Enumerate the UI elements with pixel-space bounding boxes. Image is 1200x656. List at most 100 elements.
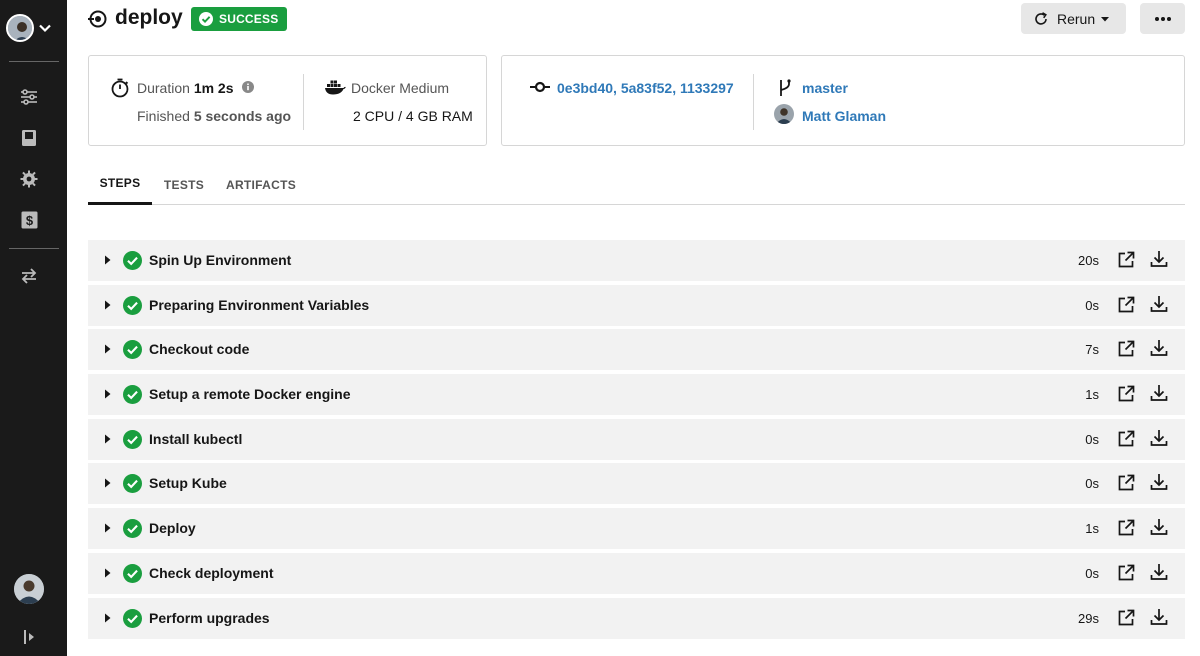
- job-icon: [88, 10, 107, 28]
- step-name: Check deployment: [149, 564, 274, 581]
- commit-summary-card: 0e3bd40, 5a83f52, 1133297 master Matt Gl…: [501, 55, 1185, 146]
- pipelines-icon[interactable]: [19, 87, 39, 107]
- check-circle-icon: [123, 429, 142, 449]
- branch-link[interactable]: master: [802, 80, 848, 96]
- tab-steps[interactable]: STEPS: [88, 164, 152, 205]
- step-duration: 0s: [1085, 431, 1099, 447]
- step-row[interactable]: Preparing Environment Variables 0s: [88, 284, 1185, 326]
- tab-artifacts[interactable]: ARTIFACTS: [224, 164, 298, 205]
- check-circle-icon: [199, 12, 213, 26]
- open-external-icon[interactable]: [1117, 564, 1135, 582]
- caret-right-icon: [105, 523, 111, 533]
- billing-icon[interactable]: $: [19, 210, 39, 230]
- chevron-down-icon: [39, 24, 51, 33]
- step-row[interactable]: Install kubectl 0s: [88, 418, 1185, 460]
- download-icon[interactable]: [1150, 250, 1168, 268]
- step-name: Perform upgrades: [149, 609, 270, 626]
- commit-links[interactable]: 0e3bd40, 5a83f52, 1133297: [557, 80, 734, 96]
- info-icon[interactable]: [242, 81, 254, 93]
- open-external-icon[interactable]: [1117, 296, 1135, 314]
- download-icon[interactable]: [1150, 473, 1168, 491]
- download-icon[interactable]: [1150, 295, 1168, 313]
- step-duration: 29s: [1078, 610, 1099, 626]
- download-icon[interactable]: [1150, 384, 1168, 402]
- open-external-icon[interactable]: [1117, 385, 1135, 403]
- duration-row: Duration 1m 2s: [137, 80, 234, 96]
- docker-icon: [325, 80, 346, 95]
- branch-icon: [780, 79, 791, 96]
- step-duration: 7s: [1085, 342, 1099, 358]
- card-divider: [753, 74, 754, 130]
- expand-sidebar-icon[interactable]: [20, 627, 40, 647]
- open-external-icon[interactable]: [1117, 609, 1135, 627]
- download-icon[interactable]: [1150, 563, 1168, 581]
- user-avatar[interactable]: [14, 574, 44, 604]
- caret-right-icon: [105, 344, 111, 354]
- card-divider: [303, 74, 304, 130]
- step-row[interactable]: Check deployment 0s: [88, 552, 1185, 594]
- insights-icon[interactable]: [19, 128, 39, 148]
- step-row[interactable]: Setup Kube 0s: [88, 463, 1185, 505]
- open-external-icon[interactable]: [1117, 251, 1135, 269]
- status-badge-label: SUCCESS: [219, 12, 279, 26]
- more-horizontal-icon: [1154, 16, 1171, 21]
- sidebar-divider: [9, 61, 59, 62]
- svg-text:$: $: [25, 213, 33, 228]
- step-duration: 0s: [1085, 565, 1099, 581]
- check-circle-icon: [123, 295, 142, 315]
- step-row[interactable]: Spin Up Environment 20s: [88, 240, 1185, 281]
- open-external-icon[interactable]: [1117, 340, 1135, 358]
- step-duration: 1s: [1085, 521, 1099, 537]
- author-avatar: [774, 104, 794, 124]
- step-row[interactable]: Checkout code 7s: [88, 329, 1185, 371]
- check-circle-icon: [123, 474, 142, 494]
- resources: 2 CPU / 4 GB RAM: [353, 108, 473, 124]
- settings-icon[interactable]: [19, 169, 39, 189]
- open-external-icon[interactable]: [1117, 519, 1135, 537]
- open-external-icon[interactable]: [1117, 474, 1135, 492]
- download-icon[interactable]: [1150, 608, 1168, 626]
- check-circle-icon: [123, 563, 142, 583]
- caret-right-icon: [105, 434, 111, 444]
- download-icon[interactable]: [1150, 339, 1168, 357]
- step-row[interactable]: Setup a remote Docker engine 1s: [88, 374, 1185, 416]
- transfer-icon[interactable]: [19, 266, 39, 286]
- steps-list: Spin Up Environment 20s Preparing Environm…: [88, 240, 1185, 642]
- check-circle-icon: [123, 519, 142, 539]
- open-external-icon[interactable]: [1117, 430, 1135, 448]
- caret-right-icon: [105, 389, 111, 399]
- check-circle-icon: [123, 251, 142, 270]
- step-duration: 0s: [1085, 297, 1099, 313]
- tab-tests[interactable]: TESTS: [158, 164, 210, 205]
- org-switcher[interactable]: [6, 13, 56, 43]
- job-tabs: STEPS TESTS ARTIFACTS: [88, 164, 1185, 205]
- sidebar: $: [0, 0, 67, 656]
- download-icon[interactable]: [1150, 518, 1168, 536]
- caret-right-icon: [105, 478, 111, 488]
- refresh-icon: [1035, 11, 1047, 25]
- sidebar-divider: [9, 248, 59, 249]
- check-circle-icon: [123, 340, 142, 360]
- step-duration: 1s: [1085, 387, 1099, 403]
- org-avatar: [6, 14, 34, 42]
- step-name: Deploy: [149, 520, 196, 537]
- step-name: Spin Up Environment: [149, 252, 292, 268]
- duration-value: 1m 2s: [193, 80, 234, 96]
- caret-down-icon: [1101, 16, 1110, 21]
- rerun-button[interactable]: Rerun: [1021, 3, 1126, 34]
- caret-right-icon: [105, 613, 111, 622]
- duration-label: Duration: [137, 80, 190, 96]
- download-icon[interactable]: [1150, 429, 1168, 447]
- author-link[interactable]: Matt Glaman: [802, 108, 886, 124]
- finished-value: 5 seconds ago: [193, 108, 292, 124]
- page-title: deploy: [115, 6, 183, 29]
- more-options-button[interactable]: [1140, 3, 1185, 34]
- finished-row: Finished 5 seconds ago: [137, 108, 291, 124]
- rerun-label: Rerun: [1057, 10, 1096, 27]
- step-row[interactable]: Deploy 1s: [88, 508, 1185, 550]
- commit-icon: [530, 81, 550, 93]
- step-duration: 20s: [1078, 253, 1099, 268]
- step-row[interactable]: Perform upgrades 29s: [88, 597, 1185, 639]
- finished-label: Finished: [137, 108, 190, 124]
- step-name: Preparing Environment Variables: [149, 296, 370, 313]
